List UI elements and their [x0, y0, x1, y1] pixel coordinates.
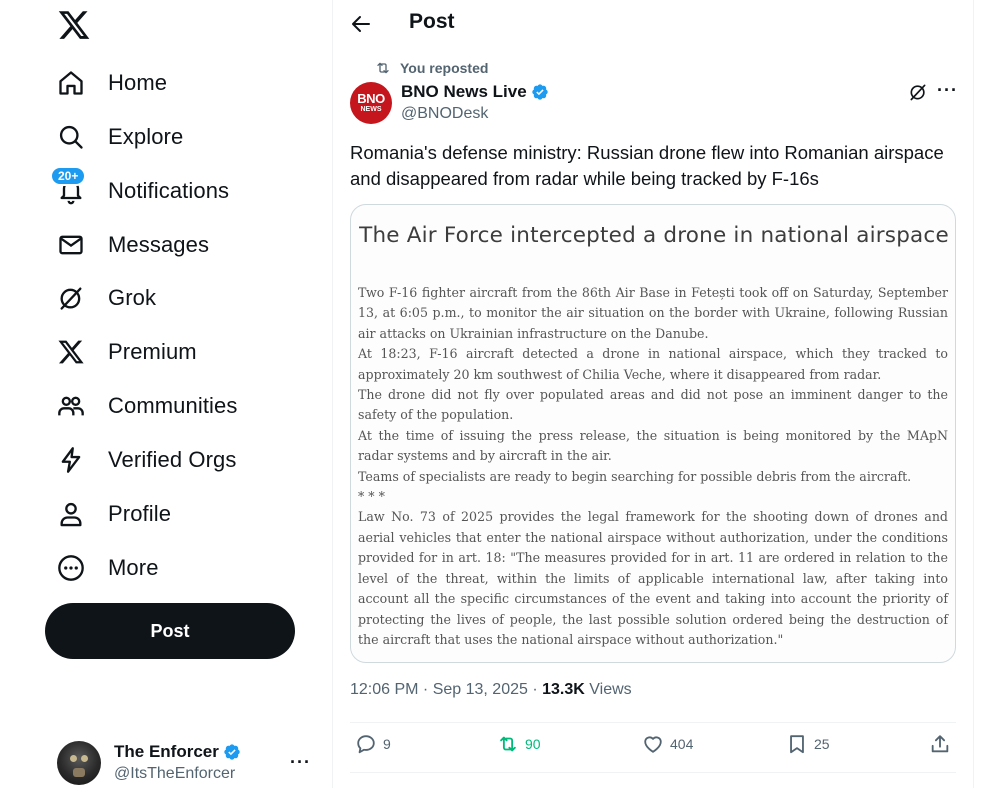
- notifications-badge: 20+: [50, 166, 87, 186]
- author-avatar[interactable]: BNO NEWS: [350, 82, 392, 124]
- bookmark-icon: [790, 735, 804, 754]
- x-logo-icon: [56, 337, 86, 367]
- nav-premium[interactable]: Premium: [56, 330, 197, 374]
- back-arrow-icon[interactable]: [349, 12, 373, 36]
- page-title: Post: [409, 10, 455, 33]
- like-button[interactable]: 404: [642, 733, 693, 755]
- avatar-logo-subtext: NEWS: [360, 105, 382, 113]
- nav-notifications[interactable]: 20+ Notifications: [50, 166, 230, 213]
- share-icon: [931, 735, 949, 753]
- grok-icon[interactable]: [908, 82, 928, 102]
- nav-communities[interactable]: Communities: [56, 384, 237, 428]
- media-paragraph: Teams of specialists are ready to begin …: [358, 468, 912, 484]
- tweet-time[interactable]: 12:06 PM: [350, 681, 418, 698]
- views-label: Views: [589, 681, 632, 698]
- nav-home[interactable]: Home: [56, 61, 167, 105]
- more-circle-icon: [56, 553, 86, 583]
- nav-verified-orgs[interactable]: Verified Orgs: [56, 438, 236, 482]
- person-icon: [56, 499, 86, 529]
- reply-button[interactable]: 9: [355, 733, 391, 755]
- nav-more[interactable]: More: [56, 546, 159, 590]
- media-paragraph: The drone did not fly over populated are…: [358, 387, 948, 423]
- heart-icon: [644, 736, 662, 753]
- media-paragraph: At 18:23, F-16 aircraft detected a drone…: [358, 346, 948, 382]
- repost-count: 90: [525, 736, 541, 752]
- account-name: The Enforcer: [114, 742, 219, 761]
- nav-messages-label: Messages: [108, 232, 210, 257]
- envelope-icon: [56, 230, 86, 260]
- verified-badge-icon: [224, 744, 240, 760]
- author-name-row[interactable]: BNO News Live: [401, 81, 549, 103]
- tweet-media-image[interactable]: The Air Force intercepted a drone in nat…: [350, 204, 956, 663]
- nav-home-label: Home: [108, 70, 168, 95]
- views-count: 13.3K: [542, 681, 585, 698]
- divider: [350, 722, 956, 723]
- nav-grok-label: Grok: [108, 285, 157, 310]
- account-name-row: The Enforcer: [114, 741, 241, 763]
- account-info: The Enforcer @ItsTheEnforcer: [114, 741, 241, 785]
- nav-profile-label: Profile: [108, 501, 172, 526]
- nav-communities-label: Communities: [108, 393, 238, 418]
- grok-icon: [56, 283, 86, 313]
- tweet-more-button[interactable]: ···: [937, 80, 958, 101]
- account-handle: @ItsTheEnforcer: [114, 765, 236, 782]
- repost-button[interactable]: 90: [497, 733, 541, 755]
- post-button[interactable]: Post: [45, 603, 295, 659]
- bell-icon: 20+: [50, 166, 87, 206]
- media-title: The Air Force intercepted a drone in nat…: [359, 223, 949, 248]
- verified-badge-icon: [531, 84, 548, 100]
- page-header: Post: [333, 0, 973, 50]
- lightning-icon: [56, 445, 86, 475]
- repost-icon: [500, 736, 516, 752]
- avatar: [57, 741, 101, 785]
- nav-notifications-label: Notifications: [108, 178, 230, 203]
- repost-icon: [377, 62, 389, 74]
- bookmark-count: 25: [814, 736, 830, 752]
- communities-icon: [56, 391, 86, 421]
- share-button[interactable]: [929, 733, 957, 755]
- bookmark-button[interactable]: 25: [786, 733, 830, 755]
- media-separator: * * *: [358, 489, 385, 505]
- nav-explore-label: Explore: [108, 124, 184, 149]
- author-info: BNO News Live @BNODesk: [401, 81, 549, 125]
- reply-icon: [357, 735, 375, 754]
- like-count: 404: [670, 736, 694, 752]
- home-icon: [56, 68, 86, 98]
- author-name: BNO News Live: [401, 82, 527, 101]
- tweet-metadata: 12:06 PM · Sep 13, 2025 · 13.3K Views: [350, 681, 632, 698]
- account-more-button[interactable]: ···: [290, 752, 311, 773]
- divider: [350, 772, 956, 773]
- tweet-text: Romania's defense ministry: Russian dron…: [350, 142, 944, 189]
- nav-explore[interactable]: Explore: [56, 115, 183, 159]
- avatar-logo-text: BNO: [357, 90, 385, 106]
- nav-grok[interactable]: Grok: [56, 276, 156, 320]
- nav-premium-label: Premium: [108, 339, 197, 364]
- author-handle[interactable]: @BNODesk: [401, 103, 549, 125]
- media-paragraph: Two F-16 fighter aircraft from the 86th …: [358, 285, 948, 341]
- nav-more-label: More: [108, 555, 159, 580]
- search-icon: [56, 122, 86, 152]
- main-column: Post You reposted BNO NEWS BNO News Live…: [333, 0, 973, 788]
- account-switcher[interactable]: The Enforcer @ItsTheEnforcer ···: [57, 740, 317, 786]
- repost-label: You reposted: [400, 60, 489, 76]
- media-paragraph: At the time of issuing the press release…: [358, 427, 948, 464]
- sidebar: Home Explore 20+ Notifications Messages …: [0, 0, 332, 788]
- tweet-date[interactable]: Sep 13, 2025: [433, 681, 528, 698]
- nav-messages[interactable]: Messages: [56, 223, 209, 267]
- reply-count: 9: [383, 736, 391, 752]
- nav-profile[interactable]: Profile: [56, 492, 171, 536]
- tweet-actions: 9 90 404 25: [350, 733, 956, 763]
- nav-verified-orgs-label: Verified Orgs: [108, 447, 237, 472]
- column-divider: [973, 0, 974, 788]
- repost-indicator: You reposted: [375, 60, 488, 76]
- x-logo-icon[interactable]: [57, 8, 91, 42]
